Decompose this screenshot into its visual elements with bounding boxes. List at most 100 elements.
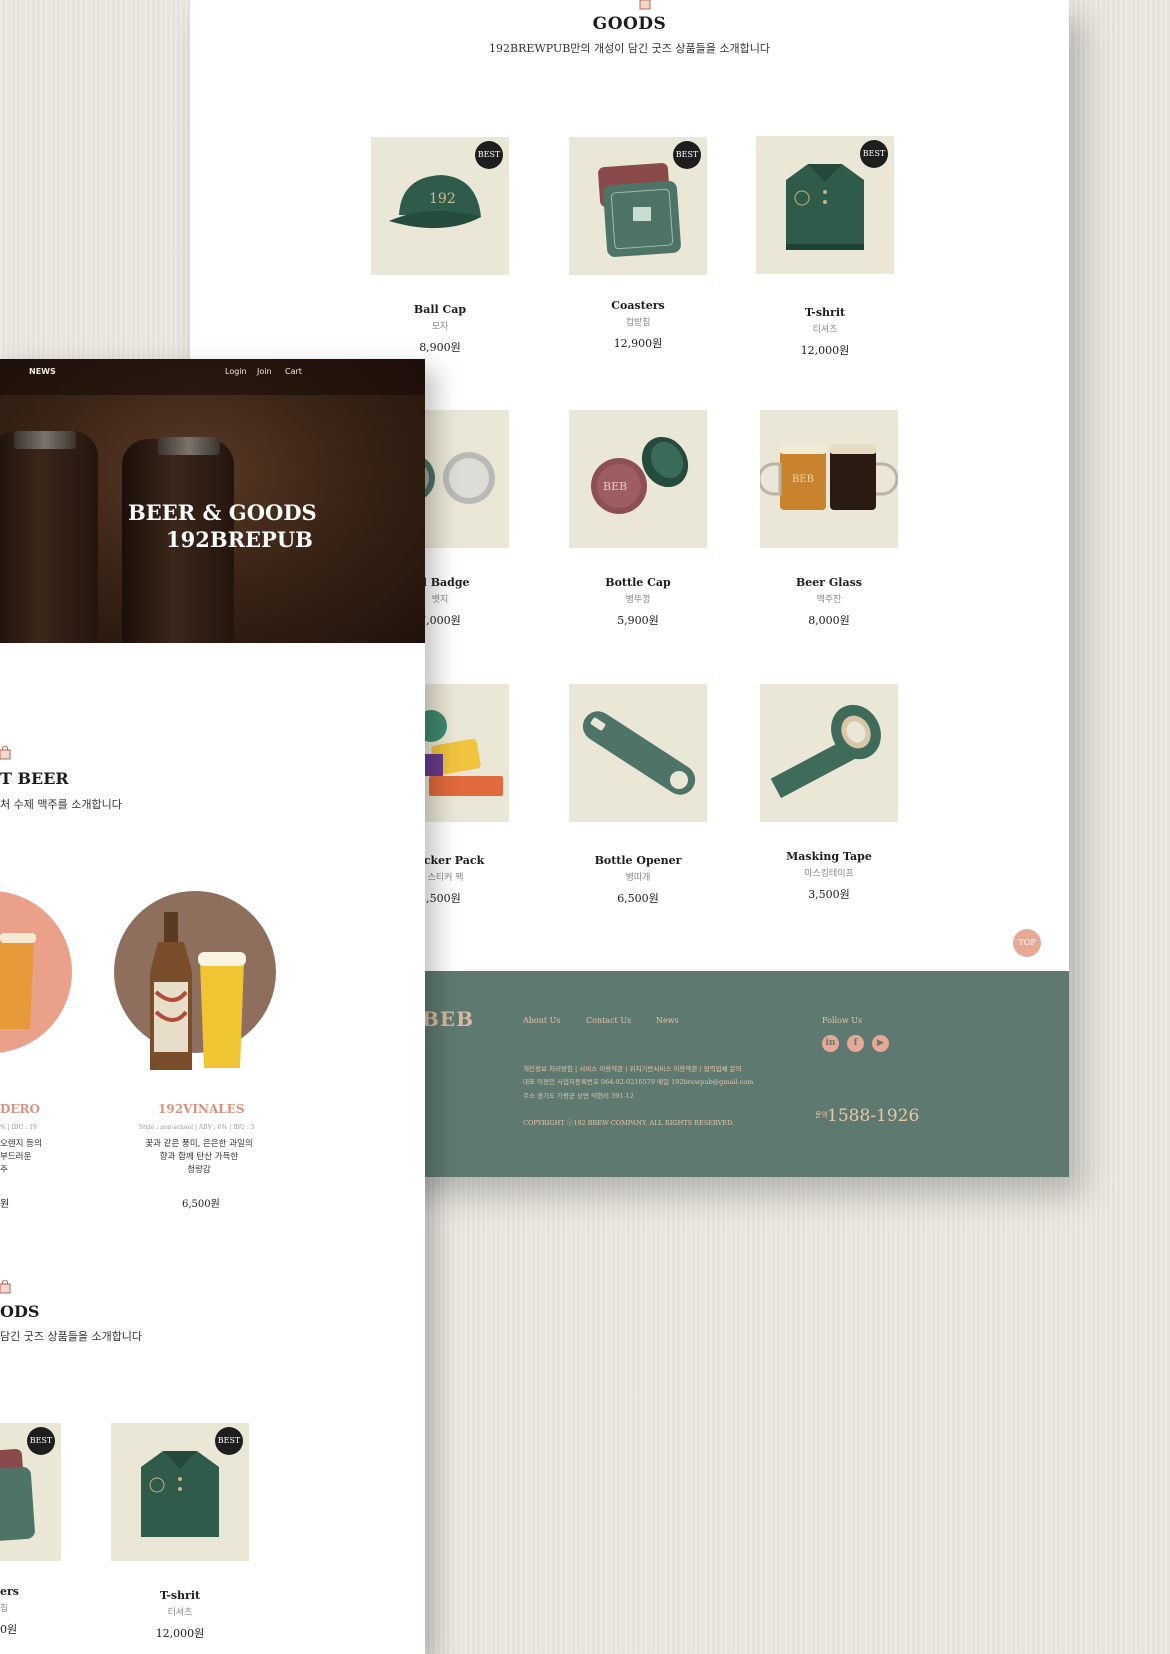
svg-text:192: 192 [429, 191, 456, 207]
beer-section-subtitle: 처 수제 맥주를 소개합니다 [0, 798, 122, 811]
svg-text:BEB: BEB [603, 480, 627, 493]
beer-price: 6,500원 [182, 1199, 220, 1210]
best-badge: BEST [860, 140, 888, 168]
hero-headline-2: 192BREPUB [166, 527, 313, 552]
phone-label: 문의 [815, 1111, 828, 1119]
back-to-top-button[interactable]: TOP [1013, 929, 1041, 957]
best-badge: BEST [215, 1427, 243, 1455]
product-price: 8,900원 [419, 341, 461, 354]
product-name[interactable]: Bottle Cap [568, 576, 708, 589]
nav-cart[interactable]: Cart [285, 367, 302, 376]
beer-price: 원 [0, 1199, 10, 1210]
goods-section-title: ODS [0, 1302, 40, 1321]
product-image[interactable] [760, 684, 898, 822]
product-image[interactable] [569, 684, 707, 822]
nav-login[interactable]: Login [225, 367, 247, 376]
beer-name[interactable]: 192VINALES [158, 1102, 245, 1116]
beer-description-line: 청량감 [187, 1165, 211, 1175]
beer-description-line: 부드러운 [0, 1152, 32, 1162]
footer-link-about[interactable]: About Us [523, 1016, 560, 1025]
footer-link-contact[interactable]: Contact Us [586, 1016, 631, 1025]
shopping-bag-icon [639, 0, 651, 10]
beer-section-title: T BEER [0, 769, 69, 788]
beer-description: 꽃과 같은 풍미, 은은한 과일의 향과 함께 탄산 가득한 청량감 [134, 1138, 264, 1177]
nav-join[interactable]: Join [257, 367, 272, 376]
product-kr-name: 마스킹테이프 [804, 869, 854, 879]
product-kr-name: 모자 [431, 322, 449, 332]
beer-glass-icon [0, 933, 36, 1029]
product-image[interactable]: BEB [760, 410, 898, 548]
product-card-t-shirt[interactable]: BEST T-shrit 티셔츠 12,000원 [755, 136, 895, 358]
product-kr-name: 병따개 [625, 873, 651, 883]
footer-logo[interactable]: BEB [422, 1007, 474, 1031]
beer-spec: Style : non-school | ABV : 6% | IBU : 3 [139, 1124, 255, 1131]
bottle-opener-icon [582, 711, 696, 795]
product-card-bottle-cap[interactable]: BEB Bottle Cap 병뚜껑 5,900원 [568, 410, 708, 628]
facebook-icon[interactable]: f [847, 1035, 864, 1052]
product-name[interactable]: Bottle Opener [568, 854, 708, 867]
hero-headline-1: BEER & GOODS [128, 500, 317, 525]
product-name[interactable]: Ball Cap [370, 303, 510, 316]
beer-description-line: 향과 함께 탄산 가득한 [159, 1152, 239, 1162]
product-card-coasters[interactable]: BEST ers 침 0원 [0, 1423, 62, 1637]
footer-company-info: 대표 이정민 사업자등록번호 064-92-0216579 메일 192brew… [523, 1078, 754, 1086]
footer-phone[interactable]: 1588-1926 [827, 1106, 919, 1126]
masking-tape-icon [770, 704, 881, 799]
product-price: 6,500원 [617, 892, 659, 905]
beer-bottle-icon [150, 912, 246, 1070]
product-kr-name: 컵받침 [625, 318, 651, 328]
product-image[interactable]: BEST [756, 136, 894, 274]
best-badge: BEST [673, 141, 701, 169]
home-page: NEWS Login Join Cart BEER & GOODS 192BRE… [0, 359, 425, 1654]
beer-glass-icon: BEB [760, 444, 898, 510]
product-name[interactable]: Coasters [568, 299, 708, 312]
product-name[interactable]: ers [0, 1585, 62, 1598]
footer-link-news[interactable]: News [656, 1016, 679, 1025]
product-card-t-shirt[interactable]: BEST T-shrit 티셔츠 12,000원 [110, 1423, 250, 1641]
youtube-icon[interactable]: ▶ [872, 1035, 889, 1052]
product-image[interactable]: BEST [111, 1423, 249, 1561]
beer-description-line: 오렌지 등의 [0, 1139, 42, 1149]
product-kr-name: 맥주잔 [816, 595, 842, 605]
product-image[interactable]: BEST [569, 137, 707, 275]
hero-banner: NEWS Login Join Cart BEER & GOODS 192BRE… [0, 359, 425, 643]
beer-bottle-image [0, 431, 98, 643]
product-kr-name: 병뚜껑 [625, 595, 651, 605]
product-image[interactable]: 192 BEST [371, 137, 509, 275]
product-card-bottle-opener[interactable]: Bottle Opener 병따개 6,500원 [568, 684, 708, 906]
product-price: 12,000원 [155, 1627, 205, 1640]
nav-news[interactable]: NEWS [29, 367, 56, 376]
goods-subtitle: 192BREWPUB만의 개성이 담긴 굿즈 상품들을 소개합니다 [489, 42, 770, 55]
product-price: 12,000원 [800, 344, 850, 357]
best-badge: BEST [475, 141, 503, 169]
goods-title: GOODS [592, 14, 667, 34]
shopping-bag-icon [0, 746, 11, 760]
product-kr-name: 티셔츠 [167, 1608, 193, 1618]
product-name[interactable]: T-shrit [110, 1589, 250, 1602]
footer-copyright: COPYRIGHT ⓒ192 BREW COMPANY. ALL RIGHTS … [523, 1119, 735, 1127]
linkedin-icon[interactable]: in [822, 1035, 839, 1052]
bottle-cap-image [158, 437, 220, 455]
beer-description-line: 주 [0, 1165, 8, 1175]
footer-policy-links[interactable]: 개인정보 처리방침 | 서비스 이용약관 | 위치기반서비스 이용약관 | 협력… [523, 1063, 742, 1073]
product-card-ball-cap[interactable]: 192 BEST Ball Cap 모자 8,900원 [370, 137, 510, 355]
product-image[interactable]: BEB [569, 410, 707, 548]
product-card-beer-glass[interactable]: BEB Beer Glass 맥주잔 8,000원 [759, 410, 899, 628]
product-name[interactable]: Masking Tape [759, 850, 899, 863]
product-card-masking-tape[interactable]: Masking Tape 마스킹테이프 3,500원 [759, 684, 899, 902]
product-price: 12,900원 [613, 337, 663, 350]
product-name[interactable]: T-shrit [755, 306, 895, 319]
beer-name[interactable]: DERO [0, 1102, 40, 1116]
product-price: 5,900원 [617, 614, 659, 627]
beer-description-line: 꽃과 같은 풍미, 은은한 과일의 [145, 1139, 253, 1149]
product-image[interactable]: BEST [0, 1423, 61, 1561]
beer-spec: % | IBU : 19 [0, 1124, 37, 1131]
beer-description: 오렌지 등의 부드러운 주 [0, 1138, 42, 1177]
product-kr-name: 티셔츠 [812, 325, 838, 335]
bottle-cap-icon: BEB [591, 436, 689, 514]
bottle-cap-image [14, 431, 76, 449]
best-badge: BEST [27, 1427, 55, 1455]
product-card-coasters[interactable]: BEST Coasters 컵받침 12,900원 [568, 137, 708, 351]
product-name[interactable]: Beer Glass [759, 576, 899, 589]
footer-address: 주소 경기도 가평군 상면 덕현리 391-12 [523, 1092, 634, 1100]
